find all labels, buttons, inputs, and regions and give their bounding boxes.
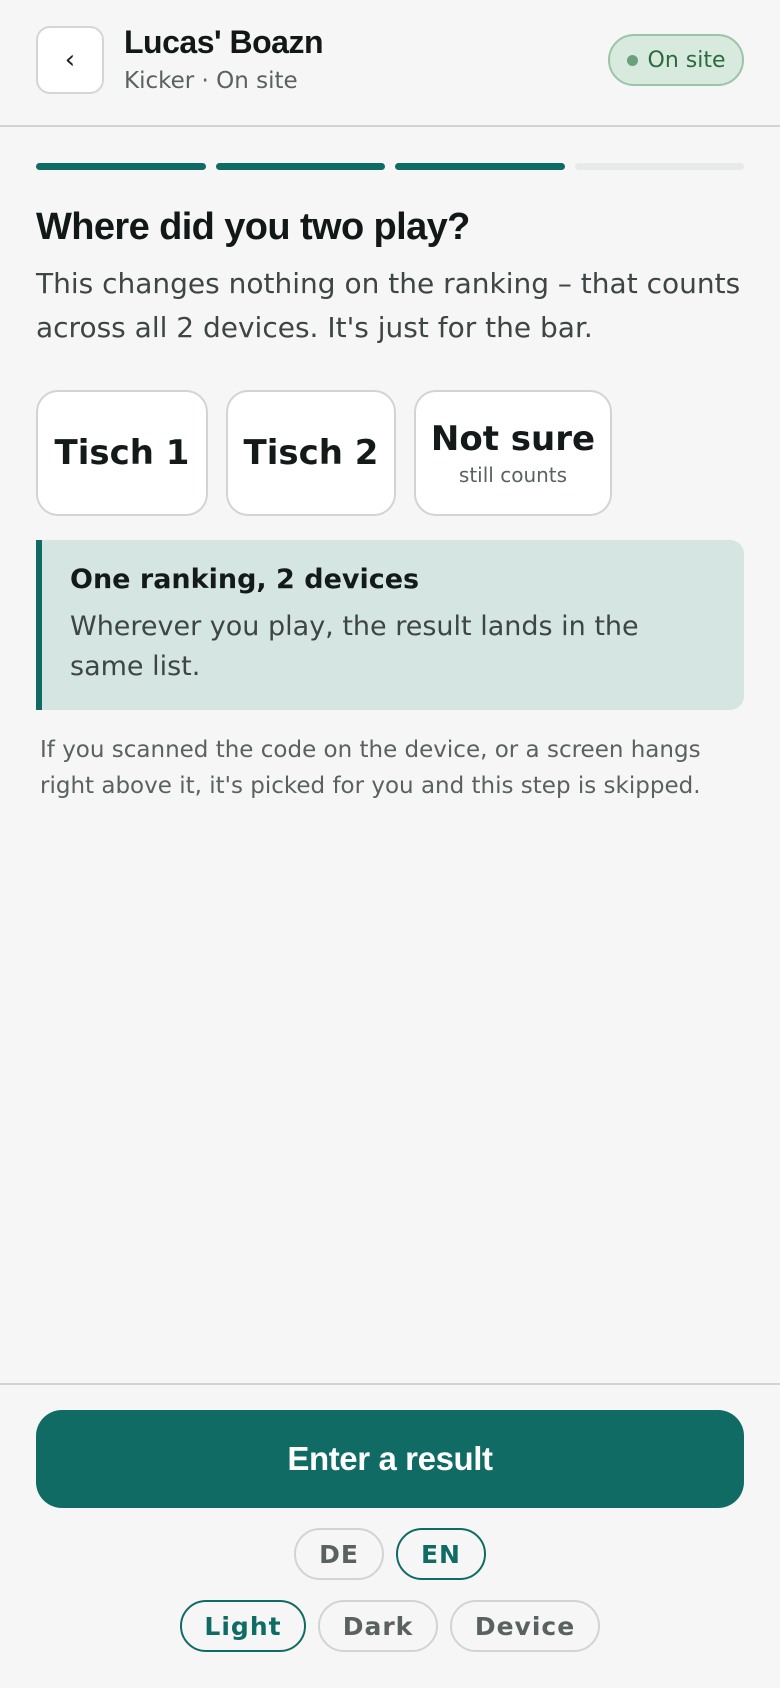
option-label: Not sure — [430, 419, 596, 459]
back-button[interactable]: ‹ — [36, 26, 104, 94]
step-progress — [36, 163, 744, 170]
option-tisch-1[interactable]: Tisch 1 — [36, 390, 208, 516]
status-dot-icon — [626, 54, 638, 66]
chevron-left-icon: ‹ — [64, 45, 76, 75]
option-label: Tisch 1 — [54, 433, 190, 473]
option-not-sure[interactable]: Not sure still counts — [414, 390, 612, 516]
language-en-button[interactable]: EN — [396, 1528, 486, 1580]
progress-step-3 — [395, 163, 565, 170]
info-card: One ranking, 2 devices Wherever you play… — [36, 540, 744, 710]
option-sublabel: still counts — [458, 463, 568, 487]
option-tisch-2[interactable]: Tisch 2 — [226, 390, 396, 516]
theme-light-button[interactable]: Light — [180, 1600, 306, 1652]
progress-step-4 — [574, 163, 744, 170]
enter-result-button[interactable]: Enter a result — [36, 1410, 744, 1508]
language-de-button[interactable]: DE — [294, 1528, 384, 1580]
page: ‹ Lucas' Boazn Kicker · On site On site … — [0, 0, 780, 1688]
status-badge-label: On site — [647, 47, 726, 73]
header: ‹ Lucas' Boazn Kicker · On site On site — [0, 0, 780, 127]
page-title: Lucas' Boazn — [124, 24, 323, 60]
theme-dark-button[interactable]: Dark — [318, 1600, 438, 1652]
skip-note: If you scanned the code on the device, o… — [40, 737, 701, 799]
info-body: Wherever you play, the result lands in t… — [70, 611, 639, 682]
progress-step-1 — [36, 163, 206, 170]
progress-step-2 — [215, 163, 385, 170]
info-title: One ranking, 2 devices — [70, 564, 420, 595]
theme-device-button[interactable]: Device — [450, 1600, 600, 1652]
question-heading: Where did you two play? — [36, 206, 470, 248]
divider — [0, 1383, 780, 1385]
question-description: This changes nothing on the ranking – th… — [36, 267, 741, 344]
page-subtitle: Kicker · On site — [124, 68, 298, 94]
option-label: Tisch 2 — [243, 433, 379, 473]
status-badge: On site — [608, 34, 744, 86]
